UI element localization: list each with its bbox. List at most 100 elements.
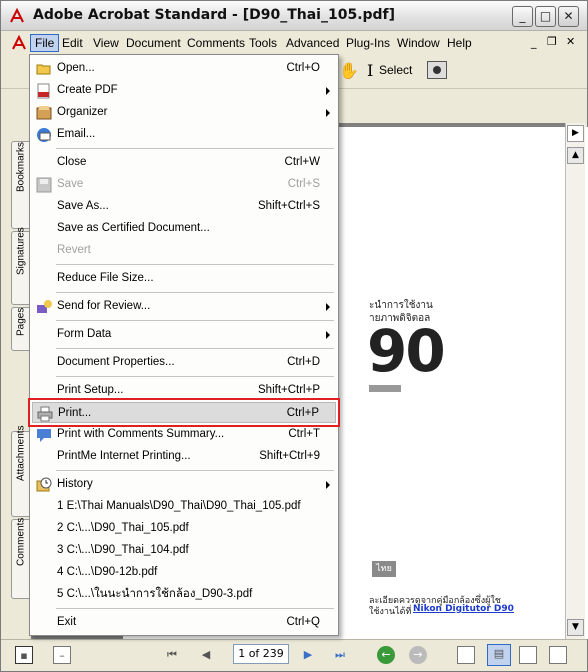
tab-signatures[interactable]: Signatures bbox=[11, 227, 31, 305]
menu-item-send-review-label: Send for Review... bbox=[57, 300, 151, 312]
page-number-field[interactable]: 1 of 239 bbox=[233, 644, 289, 664]
menu-item-history[interactable]: History bbox=[32, 474, 336, 495]
first-page-icon[interactable]: ⏮ bbox=[163, 646, 181, 664]
recent-file-1[interactable]: 1 E:\Thai Manuals\D90_Thai\D90_Thai_105.… bbox=[32, 496, 336, 517]
recent-file-5-label: 5 C:\...\ในนะนำการใช้กล้อง_D90-3.pdf bbox=[57, 588, 253, 600]
recent-file-4[interactable]: 4 C:\...\D90-12b.pdf bbox=[32, 562, 336, 583]
menu-item-print-comments[interactable]: Print with Comments Summary... Ctrl+T bbox=[32, 424, 336, 445]
recent-file-2[interactable]: 2 C:\...\D90_Thai_105.pdf bbox=[32, 518, 336, 539]
comment-print-icon bbox=[37, 429, 51, 442]
menu-item-send-review[interactable]: Send for Review... bbox=[32, 296, 336, 317]
tab-pages[interactable]: Pages bbox=[11, 307, 31, 351]
hand-tool-icon[interactable]: ✋ bbox=[339, 61, 359, 80]
snapshot-tool-icon[interactable] bbox=[427, 61, 447, 79]
select-tool-label[interactable]: Select bbox=[379, 63, 412, 77]
maximize-button[interactable]: □ bbox=[535, 6, 556, 27]
scroll-up-icon[interactable]: ▲ bbox=[567, 147, 584, 164]
tab-pages-label: Pages bbox=[15, 307, 27, 336]
tab-comments[interactable]: Comments bbox=[11, 518, 31, 599]
menu-item-close-shortcut: Ctrl+W bbox=[284, 156, 320, 168]
menu-item-organizer[interactable]: Organizer bbox=[32, 102, 336, 123]
create-pdf-icon bbox=[37, 83, 50, 99]
print-highlight-box bbox=[28, 398, 340, 427]
menu-item-document-properties[interactable]: Document Properties... Ctrl+D bbox=[32, 352, 336, 373]
menu-advanced[interactable]: Advanced bbox=[282, 34, 343, 52]
menu-item-close[interactable]: Close Ctrl+W bbox=[32, 152, 336, 173]
menu-item-open-label: Open... bbox=[57, 62, 95, 74]
menu-separator bbox=[56, 376, 334, 377]
menu-item-open[interactable]: Open... Ctrl+O bbox=[32, 58, 336, 79]
go-back-icon[interactable]: ← bbox=[377, 646, 395, 664]
tab-signatures-label: Signatures bbox=[15, 227, 27, 275]
minimize-button[interactable]: _ bbox=[512, 6, 533, 27]
single-page-icon[interactable] bbox=[457, 646, 475, 664]
menu-item-email-label: Email... bbox=[57, 128, 96, 140]
continuous-facing-icon[interactable] bbox=[549, 646, 567, 664]
page-footer-line-2: ใช้งานได้ที่ bbox=[369, 607, 412, 617]
scroll-down-icon[interactable]: ▼ bbox=[567, 619, 584, 636]
submenu-arrow-icon bbox=[326, 331, 330, 339]
menu-item-reduce-size-label: Reduce File Size... bbox=[57, 272, 154, 284]
text-select-icon[interactable]: I bbox=[367, 61, 373, 80]
menu-view[interactable]: View bbox=[89, 34, 123, 52]
previous-page-icon[interactable]: ◀ bbox=[197, 646, 215, 664]
menu-help[interactable]: Help bbox=[443, 34, 476, 52]
title-bar[interactable]: Adobe Acrobat Standard - [D90_Thai_105.p… bbox=[1, 1, 587, 31]
menu-item-document-properties-label: Document Properties... bbox=[57, 356, 175, 368]
scroll-right-icon[interactable]: ▶ bbox=[567, 125, 584, 142]
vertical-scrollbar[interactable]: ▶ ▲ ▼ bbox=[565, 123, 585, 639]
menu-plug-ins[interactable]: Plug-Ins bbox=[342, 34, 394, 52]
menu-comments[interactable]: Comments bbox=[183, 34, 249, 52]
menu-separator bbox=[56, 148, 334, 149]
menu-item-save-certified[interactable]: Save as Certified Document... bbox=[32, 218, 336, 239]
facing-page-icon[interactable] bbox=[519, 646, 537, 664]
menu-window[interactable]: Window bbox=[393, 34, 444, 52]
go-forward-icon[interactable]: → bbox=[409, 646, 427, 664]
organizer-icon bbox=[36, 106, 52, 120]
menu-item-form-data-label: Form Data bbox=[57, 328, 112, 340]
acrobat-window: Adobe Acrobat Standard - [D90_Thai_105.p… bbox=[0, 0, 588, 672]
doc-minimize-icon[interactable]: _ bbox=[531, 36, 537, 49]
nav-pane-toggle-icon[interactable]: ▪ bbox=[15, 646, 33, 664]
recent-file-3[interactable]: 3 C:\...\D90_Thai_104.pdf bbox=[32, 540, 336, 561]
close-button[interactable]: ✕ bbox=[558, 6, 579, 27]
page-footer-link[interactable]: Nikon Digitutor D90 bbox=[413, 604, 514, 614]
menu-item-create-pdf[interactable]: Create PDF bbox=[32, 80, 336, 101]
menu-document[interactable]: Document bbox=[122, 34, 185, 52]
menu-item-reduce-size[interactable]: Reduce File Size... bbox=[32, 268, 336, 289]
menu-item-email[interactable]: Email... bbox=[32, 124, 336, 145]
acrobat-logo-icon bbox=[10, 8, 24, 23]
menu-item-revert-label: Revert bbox=[57, 244, 91, 256]
recent-file-5[interactable]: 5 C:\...\ในนะนำการใช้กล้อง_D90-3.pdf bbox=[32, 584, 336, 605]
menu-separator bbox=[56, 470, 334, 471]
menu-item-document-properties-shortcut: Ctrl+D bbox=[287, 356, 320, 368]
tab-bookmarks[interactable]: Bookmarks bbox=[11, 141, 31, 229]
tab-bookmarks-label: Bookmarks bbox=[15, 141, 27, 192]
tab-attachments[interactable]: Attachments bbox=[11, 425, 31, 517]
file-menu: Open... Ctrl+O Create PDF Organizer Emai… bbox=[29, 54, 339, 636]
doc-close-icon[interactable]: ✕ bbox=[566, 35, 575, 48]
menu-item-history-label: History bbox=[57, 478, 93, 490]
history-clock-icon bbox=[36, 477, 52, 492]
options-icon[interactable]: – bbox=[53, 646, 71, 664]
menu-item-close-label: Close bbox=[57, 156, 87, 168]
menu-file[interactable]: File bbox=[30, 34, 60, 52]
menu-item-revert: Revert bbox=[32, 240, 336, 261]
menu-item-exit[interactable]: Exit Ctrl+Q bbox=[32, 612, 336, 633]
recent-file-4-label: 4 C:\...\D90-12b.pdf bbox=[57, 566, 158, 578]
email-icon bbox=[37, 128, 51, 142]
menu-item-save-as[interactable]: Save As... Shift+Ctrl+S bbox=[32, 196, 336, 217]
menu-item-create-pdf-label: Create PDF bbox=[57, 84, 118, 96]
doc-restore-icon[interactable]: ❐ bbox=[547, 35, 557, 48]
next-page-icon[interactable]: ▶ bbox=[299, 646, 317, 664]
menu-item-exit-shortcut: Ctrl+Q bbox=[286, 616, 320, 628]
menu-item-open-shortcut: Ctrl+O bbox=[286, 62, 320, 74]
continuous-page-icon[interactable]: ▤ bbox=[487, 644, 511, 666]
document-icon[interactable] bbox=[11, 35, 27, 51]
menu-tools[interactable]: Tools bbox=[245, 34, 281, 52]
last-page-icon[interactable]: ⏭ bbox=[331, 646, 349, 664]
window-title: Adobe Acrobat Standard - [D90_Thai_105.p… bbox=[33, 7, 396, 23]
menu-edit[interactable]: Edit bbox=[58, 34, 87, 52]
menu-item-printme[interactable]: PrintMe Internet Printing... Shift+Ctrl+… bbox=[32, 446, 336, 467]
menu-item-form-data[interactable]: Form Data bbox=[32, 324, 336, 345]
